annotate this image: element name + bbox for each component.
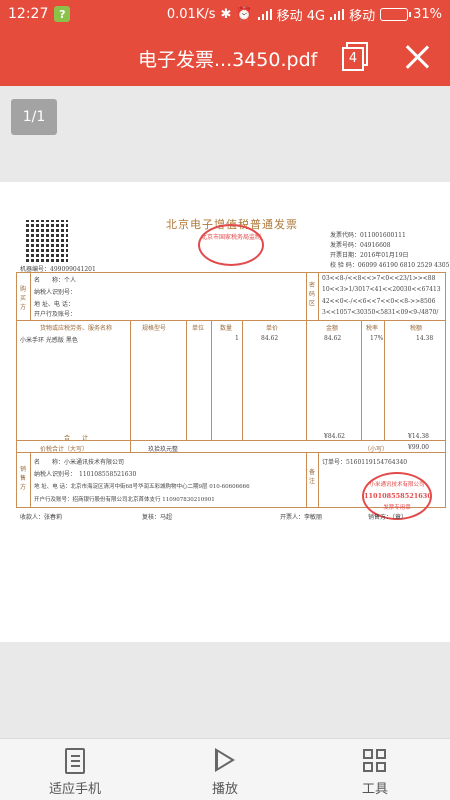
- battery-icon: [380, 7, 412, 21]
- item-rate: 17%: [370, 335, 384, 342]
- col-goods: 货物或应税劳务、服务名称: [40, 325, 113, 332]
- network-speed: 0.01K/s: [166, 6, 216, 22]
- drawer: 开票人：李敏丽: [280, 514, 323, 521]
- grand-total-small: ¥99.00: [408, 444, 429, 451]
- total-amount: ¥84.62: [324, 433, 345, 440]
- tools-label: 工具: [361, 782, 388, 797]
- title-bar: 电子发票...3450.pdf 4: [0, 28, 450, 86]
- grand-small-label: （小写）: [364, 446, 389, 453]
- app-notification-icon: ?: [54, 6, 71, 22]
- pages-count: 4: [342, 47, 364, 71]
- bluetooth-icon: ✱: [220, 6, 232, 22]
- fit-phone-icon: [65, 748, 85, 774]
- stamp-text: 北京市国家税务局监制: [200, 234, 261, 241]
- col-tax: 税额: [410, 325, 423, 332]
- invoice: 北京电子增值税普通发票 北京市国家税务局监制 机器编号：499099041201…: [16, 212, 450, 521]
- item-qty: 1: [235, 335, 239, 342]
- cipher-line-2: 10<<3>1/3017<41<<20030<<67413: [322, 286, 441, 293]
- page-indicator: 1/1: [11, 99, 57, 135]
- cipher-line-4: 3<<1057<30350<5831<09<9-/4870/: [322, 309, 439, 316]
- tools-icon: [362, 748, 388, 774]
- buyer-tax-id: 纳税人识别号：: [34, 289, 77, 296]
- item-amount: 84.62: [324, 335, 342, 342]
- item-tax: 14.38: [416, 335, 434, 342]
- stamp-seller-top: 小米通讯技术有限公司: [369, 482, 425, 488]
- status-bar: 12:27 ? 0.01K/s ✱ ⏰ 移动 4G 移动 31%: [0, 0, 450, 28]
- col-spec: 规格型号: [142, 325, 167, 332]
- col-qty: 数量: [220, 325, 233, 332]
- tax-bureau-stamp: 北京市国家税务局监制: [198, 224, 264, 266]
- stamp-seller-bottom: 发票专用章: [383, 505, 411, 511]
- buyer-bank: 开户行及账号：: [34, 311, 77, 318]
- invoice-code: 发票代码：011001600111: [330, 232, 406, 239]
- seller-address: 地 址、电 话：北京市海淀区清河中街68号华润五彩城购物中心二期9层 010-6…: [34, 484, 250, 490]
- col-unit: 单位: [192, 325, 205, 332]
- invoice-number: 发票号码：04916608: [330, 242, 391, 249]
- close-button[interactable]: [402, 42, 432, 72]
- fit-phone-label: 适应手机: [48, 782, 101, 797]
- seller-bank: 开户行及账号：招商银行股份有限公司北京首体支行 110907830210901: [34, 497, 215, 503]
- signal-icon-2: [330, 8, 345, 20]
- col-amount: 金额: [326, 325, 339, 332]
- play-icon: [215, 748, 235, 772]
- buyer-name: 名 称：个人: [34, 277, 77, 284]
- seller-tax-id: 纳税人识别号： 110108558521630: [34, 471, 137, 478]
- play-label: 播放: [211, 782, 238, 797]
- seller-label: 销售方: [20, 466, 27, 491]
- col-rate: 税率: [366, 325, 379, 332]
- clock: 12:27: [8, 6, 49, 22]
- reviewer: 复核：马超: [142, 514, 173, 521]
- fit-phone-button[interactable]: 适应手机: [0, 739, 150, 800]
- alarm-icon: ⏰: [236, 6, 253, 22]
- remark-label: 备注: [309, 469, 316, 485]
- play-button[interactable]: 播放: [150, 739, 300, 800]
- buyer-address: 地 址、电 话：: [34, 301, 74, 308]
- signal-icon: [257, 8, 272, 20]
- qr-code: [26, 220, 68, 262]
- stamp-seller-number: 110108558521630: [364, 492, 432, 500]
- carrier-2: 移动: [349, 8, 376, 24]
- document-title: 电子发票...3450.pdf: [138, 49, 318, 71]
- carrier-1: 移动 4G: [276, 8, 326, 24]
- buyer-label: 购买方: [20, 286, 27, 311]
- cipher-line-3: 42<<0<-/<<6<<7<<0<<8->>8506: [322, 298, 436, 305]
- seller-name: 名 称：小米通讯技术有限公司: [34, 459, 125, 466]
- seller-seal-label: 销售方：（章）: [368, 514, 408, 521]
- item-price: 84.62: [261, 335, 279, 342]
- payee: 收款人：张春莉: [20, 514, 63, 521]
- issue-date: 开票日期：2016年01月19日: [330, 252, 409, 259]
- cipher-line-1: 03<<8-/<<8<<>7<0<<23/1>><88: [322, 275, 436, 282]
- grand-total-words: 玖拾玖元整: [148, 446, 179, 453]
- check-code: 校 验 码：06099 46190 6810 2529 4305: [330, 262, 450, 269]
- grand-total-label: 价税合计（大写）: [40, 446, 89, 453]
- pages-button[interactable]: 4: [340, 42, 370, 72]
- col-price: 单价: [266, 325, 279, 332]
- bottom-toolbar: 适应手机 播放 工具: [0, 738, 450, 800]
- total-tax: ¥14.38: [408, 433, 429, 440]
- item-name: 小米手环 光感版 黑色: [20, 337, 78, 344]
- tools-button[interactable]: 工具: [300, 739, 450, 800]
- order-number: 订单号：5160119154764340: [322, 459, 408, 466]
- cipher-label: 密码区: [309, 282, 316, 307]
- battery-percent: 31%: [413, 6, 442, 22]
- pdf-page[interactable]: 北京电子增值税普通发票 北京市国家税务局监制 机器编号：499099041201…: [0, 182, 450, 642]
